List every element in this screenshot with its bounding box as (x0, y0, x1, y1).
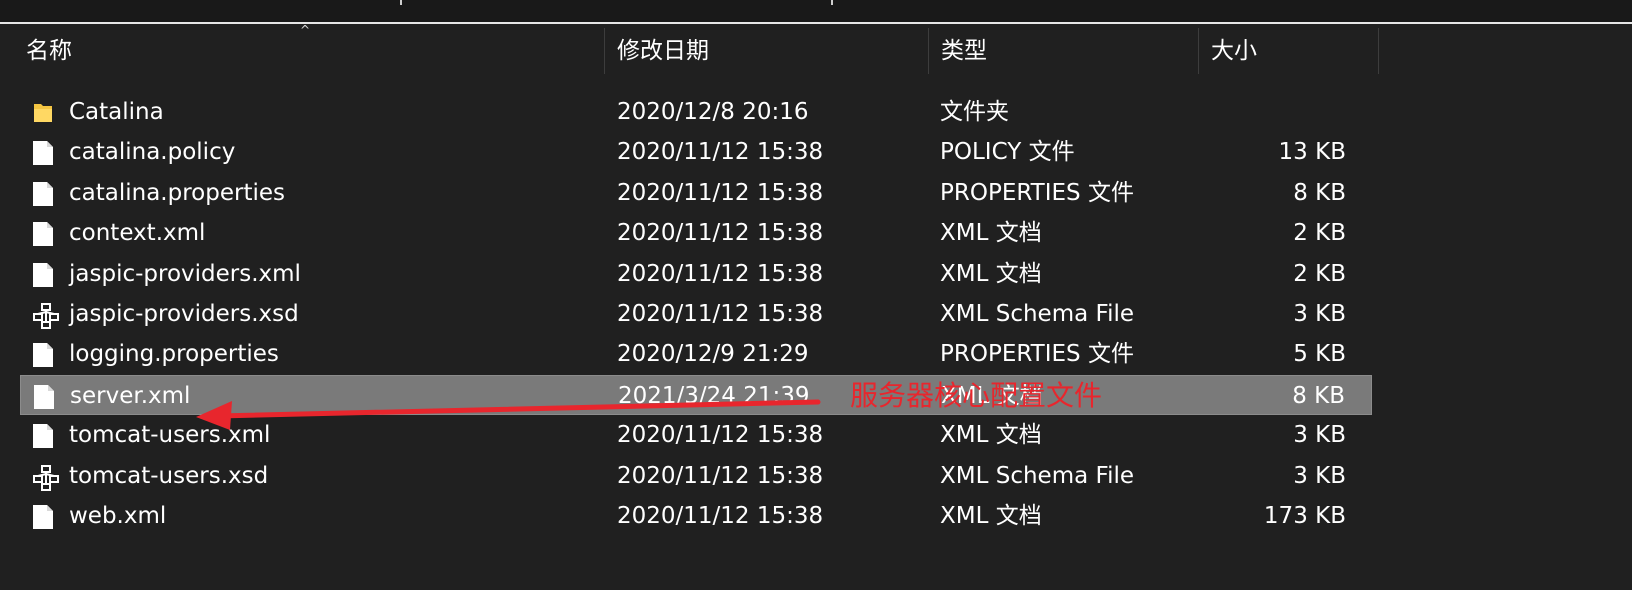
file-row[interactable]: jaspic-providers.xml 2020/11/12 15:38 XML … (20, 254, 1372, 294)
file-size: 8 KB (1293, 179, 1346, 206)
file-row[interactable]: catalina.policy 2020/11/12 15:38 POLICY 文件… (20, 132, 1372, 172)
file-icon (32, 181, 54, 207)
folder-icon (32, 100, 54, 126)
title-bar-strip (0, 0, 1632, 22)
column-separator[interactable] (1378, 28, 1379, 74)
tick-mark (400, 0, 402, 5)
file-name: context.xml (69, 220, 206, 247)
tick-mark (831, 0, 833, 5)
file-type: XML 文档 (940, 422, 1042, 449)
file-type: PROPERTIES 文件 (940, 179, 1134, 206)
file-row[interactable]: catalina.properties 2020/11/12 15:38 PROPE… (20, 173, 1372, 213)
file-date: 2020/11/12 15:38 (617, 220, 824, 247)
file-row[interactable]: tomcat-users.xsd 2020/11/12 15:38 XML Sche… (20, 456, 1372, 496)
file-type: PROPERTIES 文件 (940, 341, 1134, 368)
file-name: server.xml (70, 382, 191, 409)
file-name: tomcat-users.xsd (69, 462, 269, 489)
column-header-type[interactable]: 类型 (929, 26, 1198, 76)
file-name: catalina.policy (69, 139, 236, 166)
file-row[interactable]: jaspic-providers.xsd 2020/11/12 15:38 XML … (20, 294, 1372, 334)
file-date: 2020/11/12 15:38 (617, 301, 824, 327)
column-header-name[interactable]: 名称 (14, 26, 604, 76)
file-type: XML Schema File (940, 462, 1134, 489)
file-name: jaspic-providers.xml (69, 260, 301, 287)
file-name: Catalina (69, 99, 164, 125)
file-size: 5 KB (1293, 341, 1346, 368)
file-date: 2020/12/8 20:16 (617, 99, 809, 125)
file-type: POLICY 文件 (940, 139, 1075, 166)
file-icon (32, 504, 54, 530)
file-name: catalina.properties (69, 179, 285, 206)
file-date: 2020/11/12 15:38 (617, 422, 824, 449)
file-type: XML 文档 (940, 220, 1042, 247)
file-size: 2 KB (1293, 260, 1346, 287)
file-icon (32, 262, 54, 288)
file-name: tomcat-users.xml (69, 422, 271, 449)
file-icon (32, 342, 54, 368)
file-size: 3 KB (1293, 462, 1346, 489)
column-header-size[interactable]: 大小 (1199, 26, 1378, 76)
schema-file-icon (32, 464, 59, 491)
file-date: 2020/11/12 15:38 (617, 503, 824, 529)
column-header-date[interactable]: 修改日期 (605, 26, 928, 76)
file-name: logging.properties (69, 341, 279, 368)
column-header-row: ^ 名称 修改日期 类型 大小 (0, 24, 1632, 76)
file-date: 2020/11/12 15:38 (617, 179, 824, 206)
file-type: XML Schema File (940, 301, 1134, 327)
file-date: 2020/11/12 15:38 (617, 462, 824, 489)
file-icon (32, 423, 54, 449)
file-size: 8 KB (1292, 382, 1345, 409)
file-row[interactable]: tomcat-users.xml 2020/11/12 15:38 XML 文档 3 … (20, 415, 1372, 455)
file-row[interactable]: web.xml 2020/11/12 15:38 XML 文档 173 KB (20, 496, 1372, 536)
file-row[interactable]: server.xml 2021/3/24 21:39 XML 文档 8 KB (20, 374, 1372, 415)
file-size: 3 KB (1293, 422, 1346, 449)
file-row[interactable]: logging.properties 2020/12/9 21:29 PROPERT… (20, 334, 1372, 374)
file-name: web.xml (69, 503, 167, 529)
file-icon (32, 221, 54, 247)
file-type: XML 文档 (940, 260, 1042, 287)
file-date: 2020/11/12 15:38 (617, 260, 824, 287)
file-icon (32, 140, 54, 166)
file-date: 2020/11/12 15:38 (617, 139, 824, 166)
header-divider (0, 22, 1632, 24)
annotation-label: 服务器核心配置文件 (850, 379, 1103, 412)
file-type: 文件夹 (940, 99, 1009, 125)
file-date: 2021/3/24 21:39 (618, 382, 810, 409)
file-type: XML 文档 (940, 503, 1042, 529)
file-name: jaspic-providers.xsd (69, 301, 299, 327)
file-size: 2 KB (1293, 220, 1346, 247)
file-date: 2020/12/9 21:29 (617, 341, 809, 368)
file-size: 173 KB (1263, 503, 1346, 529)
file-size: 3 KB (1293, 301, 1346, 327)
file-icon (33, 384, 55, 410)
file-size: 13 KB (1278, 139, 1346, 166)
file-row[interactable]: context.xml 2020/11/12 15:38 XML 文档 2 KB (20, 213, 1372, 253)
schema-file-icon (32, 302, 59, 329)
file-row[interactable]: Catalina 2020/12/8 20:16 文件夹 (20, 92, 1372, 132)
